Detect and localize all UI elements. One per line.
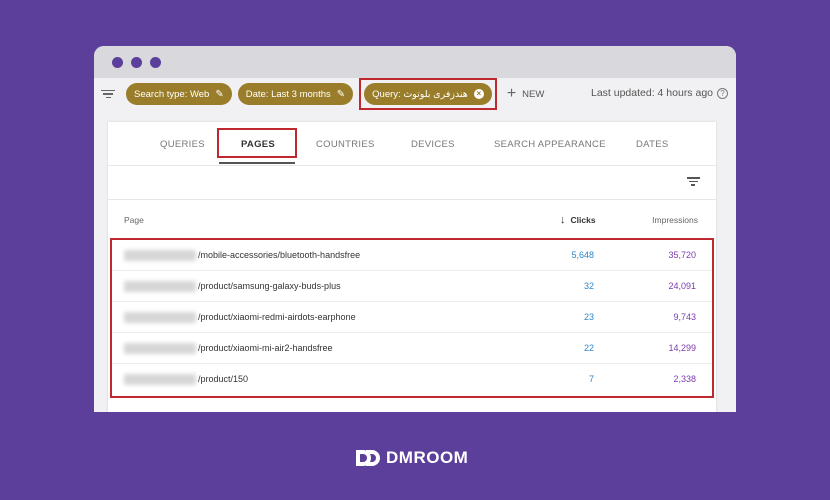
clicks-value: 32 xyxy=(583,281,594,291)
window-dot-icon[interactable] xyxy=(150,56,161,68)
query-chip-highlight: Query: هندزفری بلوتوث × xyxy=(359,78,497,110)
column-header-page[interactable]: Page xyxy=(124,215,144,225)
impressions-value: 35,720 xyxy=(668,250,696,260)
chip-label: Search type: Web xyxy=(134,88,210,100)
clicks-value: 23 xyxy=(583,312,594,322)
table-row[interactable]: /product/150 7 2,338 xyxy=(112,364,712,395)
page-path: /product/samsung-galaxy-buds-plus xyxy=(198,281,341,291)
tab-queries[interactable]: QUERIES xyxy=(160,139,205,150)
blurred-domain xyxy=(124,343,196,354)
brand-logo: DMROOM xyxy=(354,448,468,468)
new-label: NEW xyxy=(522,88,545,100)
impressions-value: 14,299 xyxy=(668,343,696,353)
close-icon[interactable]: × xyxy=(473,89,484,99)
tab-highlight-box xyxy=(217,128,297,158)
column-header-clicks[interactable]: ↓ Clicks xyxy=(560,214,596,226)
active-tab-indicator xyxy=(219,162,295,164)
filter-icon[interactable] xyxy=(100,86,116,102)
edit-icon[interactable]: ✎ xyxy=(337,89,345,100)
new-filter-button[interactable]: + NEW xyxy=(507,85,545,103)
tab-dates[interactable]: DATES xyxy=(636,139,668,150)
chip-label: Query: هندزفری بلوتوث xyxy=(372,88,468,100)
table-row[interactable]: /product/xiaomi-mi-air2-handsfree 22 14,… xyxy=(112,333,712,364)
dmroom-logo-icon xyxy=(356,450,380,466)
column-header-clicks-label: Clicks xyxy=(570,215,596,225)
date-chip[interactable]: Date: Last 3 months ✎ xyxy=(237,83,354,105)
impressions-value: 9,743 xyxy=(673,312,696,322)
table-toolbar xyxy=(108,166,716,200)
last-updated-text: Last updated: 4 hours ago xyxy=(590,87,713,99)
clicks-value: 22 xyxy=(583,343,594,353)
blurred-domain xyxy=(124,281,196,292)
window-dot-icon[interactable] xyxy=(112,56,123,68)
tab-search-appearance[interactable]: SEARCH APPEARANCE xyxy=(494,139,606,150)
table-header: Page ↓ Clicks Impressions xyxy=(108,200,716,238)
report-panel: QUERIES PAGES COUNTRIES DEVICES SEARCH A… xyxy=(108,122,716,412)
page-path: /product/xiaomi-redmi-airdots-earphone xyxy=(198,312,356,322)
page-path: /mobile-accessories/bluetooth-handsfree xyxy=(198,250,361,260)
impressions-value: 24,091 xyxy=(668,281,696,291)
tab-countries[interactable]: COUNTRIES xyxy=(316,139,375,150)
last-updated: Last updated: 4 hours ago ? xyxy=(591,87,728,99)
tab-bar: QUERIES PAGES COUNTRIES DEVICES SEARCH A… xyxy=(108,122,716,166)
blurred-domain xyxy=(124,250,196,261)
blurred-domain xyxy=(124,312,196,323)
window-dot-icon[interactable] xyxy=(131,56,142,68)
clicks-value: 7 xyxy=(588,374,594,384)
table-row[interactable]: /product/samsung-galaxy-buds-plus 32 24,… xyxy=(112,271,712,302)
window-titlebar xyxy=(94,46,736,78)
page-path: /product/150 xyxy=(198,374,249,384)
brand-name: DMROOM xyxy=(386,448,469,467)
query-chip[interactable]: Query: هندزفری بلوتوث × xyxy=(364,83,492,105)
blurred-domain xyxy=(124,374,196,385)
search-type-chip[interactable]: Search type: Web ✎ xyxy=(126,83,232,105)
table-row[interactable]: /mobile-accessories/bluetooth-handsfree … xyxy=(112,240,712,271)
rows-highlight-box: /mobile-accessories/bluetooth-handsfree … xyxy=(110,238,714,398)
clicks-value: 5,648 xyxy=(571,250,594,260)
tab-devices[interactable]: DEVICES xyxy=(411,139,455,150)
sort-down-icon: ↓ xyxy=(560,214,566,226)
table-row[interactable]: /product/xiaomi-redmi-airdots-earphone 2… xyxy=(112,302,712,333)
help-icon[interactable]: ? xyxy=(717,87,728,99)
column-header-impressions[interactable]: Impressions xyxy=(652,215,698,225)
filter-bar: Search type: Web ✎ Date: Last 3 months ✎… xyxy=(94,78,736,110)
edit-icon[interactable]: ✎ xyxy=(215,89,223,100)
filter-rows-icon[interactable] xyxy=(686,177,700,189)
page-path: /product/xiaomi-mi-air2-handsfree xyxy=(198,343,333,353)
impressions-value: 2,338 xyxy=(673,374,696,384)
browser-window: Search type: Web ✎ Date: Last 3 months ✎… xyxy=(94,46,736,412)
chip-label: Date: Last 3 months xyxy=(245,88,331,100)
plus-icon: + xyxy=(506,85,517,102)
